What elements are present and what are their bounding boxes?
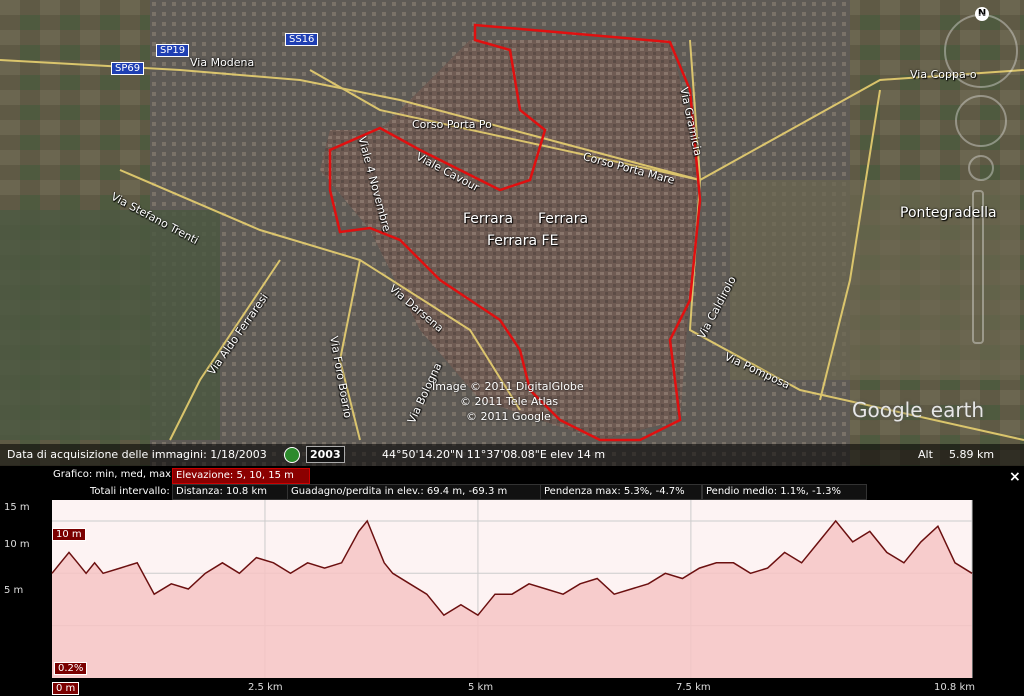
y-tick-label-15: 15 m xyxy=(4,502,30,513)
imagery-year-badge: 2003 xyxy=(306,446,345,463)
move-joystick[interactable] xyxy=(955,95,1007,147)
road-label-corso-porta-po: Corso Porta Po xyxy=(412,118,492,131)
graph-label: Grafico: min, med, max: xyxy=(53,469,175,480)
place-label-ferrara-2[interactable]: Ferrara xyxy=(538,211,588,227)
look-joystick[interactable] xyxy=(944,14,1018,88)
elevation-profile-panel: Grafico: min, med, max: Elevazione: 5, 1… xyxy=(0,466,1024,696)
cursor-slope-marker: 0.2% xyxy=(54,662,88,675)
zoom-slider[interactable] xyxy=(972,190,984,344)
y-tick-label-5: 5 m xyxy=(4,585,24,596)
road-shield-sp69: SP69 xyxy=(111,62,145,75)
road-label-via-modena: Via Modena xyxy=(190,56,255,69)
totals-label: Totali intervallo: xyxy=(90,486,170,497)
imagery-date-label: Data di acquisizione delle immagini: 1/1… xyxy=(7,448,267,461)
x-tick-label-5: 5 km xyxy=(468,682,494,693)
cursor-coordinates: 44°50'14.20"N 11°37'08.08"E elev 14 m xyxy=(382,448,606,461)
y-tick-label-10: 10 m xyxy=(4,539,30,550)
place-label-ferrara-1[interactable]: Ferrara xyxy=(463,211,513,227)
imagery-credit-3: © 2011 Google xyxy=(466,410,551,423)
street-view-pegman-icon[interactable] xyxy=(968,155,994,181)
close-profile-icon[interactable]: × xyxy=(1009,469,1021,485)
x-tick-label-10-8: 10.8 km xyxy=(934,682,975,693)
x-tick-label-7-5: 7.5 km xyxy=(676,682,711,693)
map-view[interactable]: SP69 SP19 SS16 Via Modena Via Coppa-o Vi… xyxy=(0,0,1024,466)
altitude-label: Alt xyxy=(918,448,933,461)
elevation-gain-stat: Guadagno/perdita in elev.: 69.4 m, -69.3… xyxy=(287,484,541,500)
road-shield-sp19: SP19 xyxy=(156,44,190,57)
x-tick-label-0: 0 m xyxy=(52,682,80,695)
place-label-ferrara-fe[interactable]: Ferrara FE xyxy=(487,233,558,249)
google-earth-logo: Google earth xyxy=(852,398,985,422)
elevation-stat-box[interactable]: Elevazione: 5, 10, 15 m xyxy=(172,468,310,484)
x-tick-label-2-5: 2.5 km xyxy=(248,682,283,693)
road-shield-ss16: SS16 xyxy=(285,33,319,46)
altitude-value: 5.89 km xyxy=(949,448,995,461)
distance-stat: Distanza: 10.8 km xyxy=(172,484,288,500)
status-bar: Data di acquisizione delle immagini: 1/1… xyxy=(0,444,1024,466)
imagery-credit-2: © 2011 Tele Atlas xyxy=(460,395,559,408)
max-slope-stat: Pendenza max: 5.3%, -4.7% xyxy=(540,484,702,500)
avg-slope-stat: Pendio medio: 1.1%, -1.3% xyxy=(702,484,867,500)
historical-imagery-clock-icon[interactable] xyxy=(284,447,300,463)
cursor-elevation-marker: 10 m xyxy=(52,528,86,541)
imagery-credit-1: Image © 2011 DigitalGlobe xyxy=(432,380,584,393)
